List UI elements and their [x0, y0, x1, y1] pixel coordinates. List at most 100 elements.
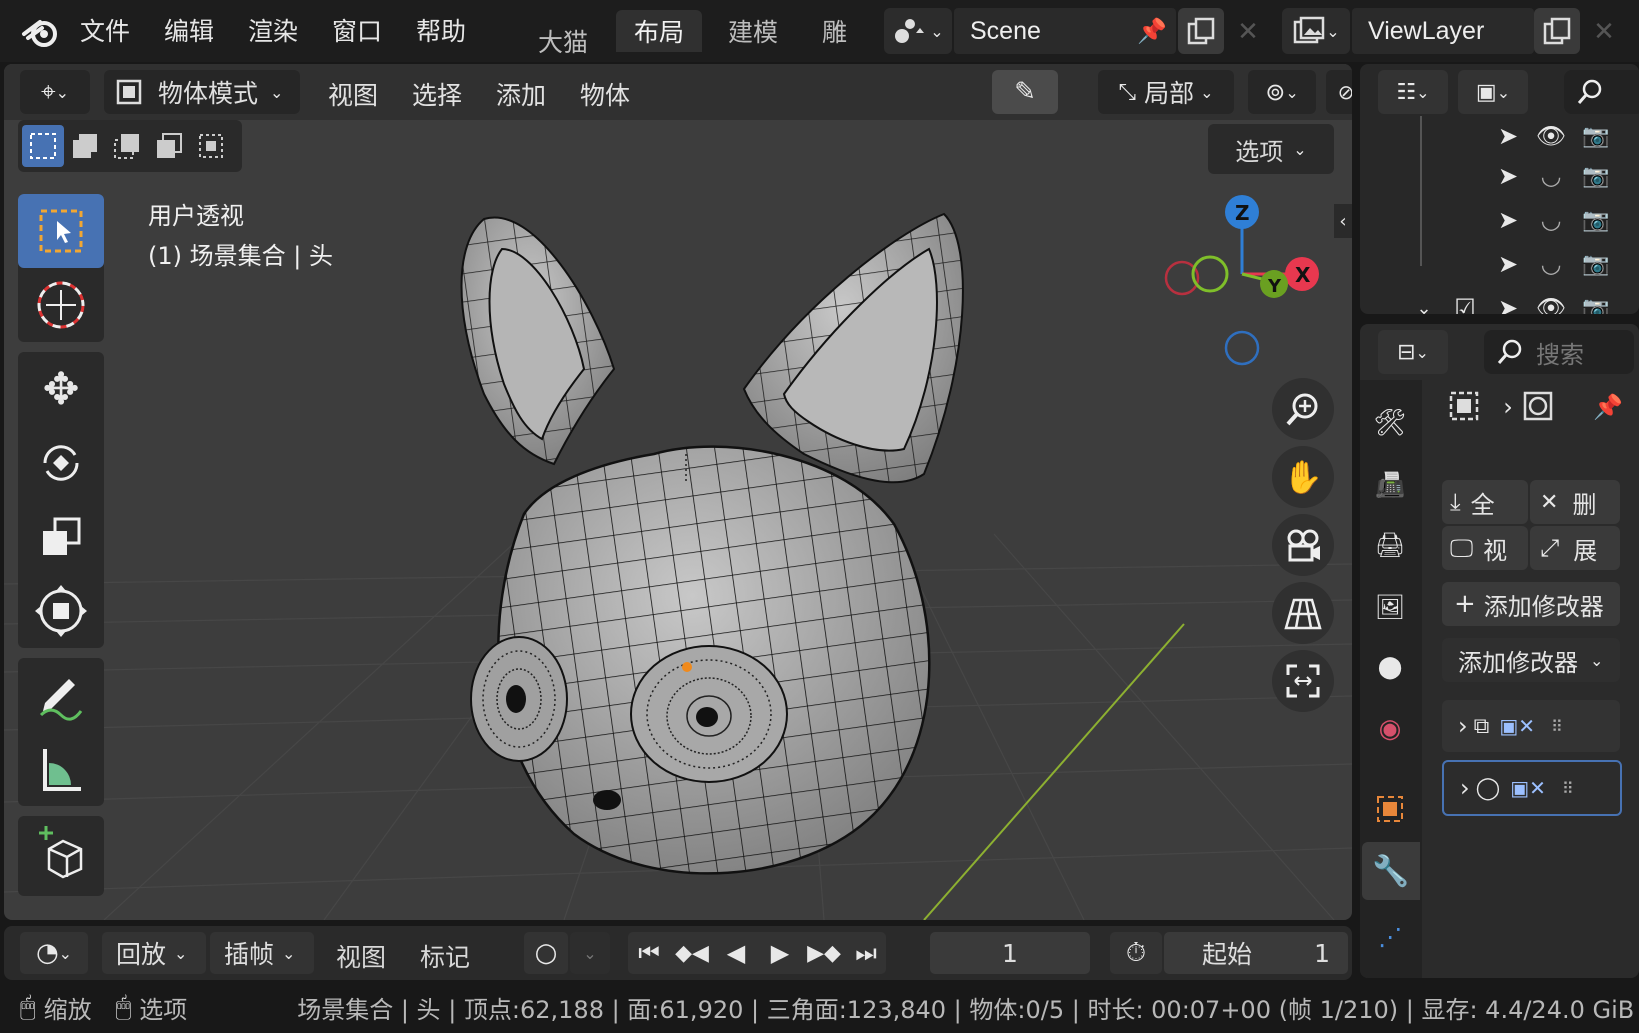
snap-toggle[interactable]: ⊘	[1326, 70, 1352, 114]
outliner-row[interactable]: ➤ ◡ 📷	[1488, 198, 1618, 242]
transform-orientation-dropdown[interactable]: ⤡ 局部 ⌄	[1098, 70, 1234, 114]
tab-workspace-modeling[interactable]: 建模	[710, 10, 796, 52]
eyedropper-button[interactable]: ✎	[992, 70, 1058, 114]
drag-handle-icon[interactable]: ⠿	[1562, 779, 1574, 798]
menu-window[interactable]: 窗口	[332, 12, 382, 48]
pin-icon[interactable]: 📌	[1132, 14, 1172, 48]
object-mode-dropdown[interactable]: 物体模式 ⌄	[104, 70, 300, 114]
keying-dropdown[interactable]: 插帧 ⌄	[210, 932, 314, 974]
modifier-target-icon[interactable]	[1518, 386, 1558, 426]
timeline-editor-type-button[interactable]: ◔ ⌄	[20, 932, 88, 974]
tool-rotate[interactable]	[18, 426, 104, 500]
next-keyframe-icon[interactable]: ▶◆	[802, 941, 846, 966]
collapse-sidebar-icon[interactable]: ‹	[1334, 204, 1352, 238]
camera-render-icon[interactable]: 📷	[1574, 252, 1618, 277]
outliner-search-field[interactable]	[1564, 70, 1639, 114]
tool-measure[interactable]	[18, 732, 104, 806]
current-frame-field[interactable]: 1	[930, 932, 1090, 974]
select-intersect-icon[interactable]	[190, 125, 232, 167]
tab-object[interactable]	[1360, 780, 1420, 838]
selectable-arrow-icon[interactable]: ➤	[1488, 122, 1528, 150]
outliner-row[interactable]: ➤ ◡ 📷	[1488, 154, 1618, 198]
tab-workspace-layout[interactable]: 布局	[616, 10, 703, 52]
new-view-layer-icon[interactable]	[1534, 8, 1580, 54]
view-layer-selector-button[interactable]: ⌄	[1282, 8, 1350, 54]
modifier-panel-active[interactable]: › ◯ ▣✕ ⠿	[1442, 760, 1622, 816]
eye-closed-icon[interactable]: ◡	[1528, 206, 1574, 234]
properties-search-field[interactable]: 搜索	[1484, 330, 1634, 374]
start-frame-field[interactable]: 起始 1	[1164, 932, 1348, 974]
tab-output[interactable]: 🖨	[1360, 516, 1420, 574]
timeline-menu-view[interactable]: 视图	[336, 938, 386, 974]
menu-file[interactable]: 文件	[80, 12, 130, 48]
modifier-panel[interactable]: › ⧉ ▣✕ ⠿	[1442, 700, 1620, 752]
tab-view-layer[interactable]: 🖼	[1360, 578, 1420, 636]
3d-viewport[interactable]: ⌖ ⌄ 物体模式 ⌄ 视图 选择 添加 物体 ✎ ⤡ 局部 ⌄ ⊚ ⌄ ⊘ 选项…	[4, 64, 1352, 920]
tab-workspace-sculpt[interactable]: 雕刻	[804, 10, 870, 52]
checkbox-checked-icon[interactable]: ☑	[1442, 294, 1488, 314]
viewport-menu-add[interactable]: 添加	[496, 76, 546, 112]
scene-selector-button[interactable]: ⌄	[884, 8, 952, 54]
eye-closed-icon[interactable]: ◡	[1528, 162, 1574, 190]
eye-icon[interactable]: 👁	[1528, 122, 1574, 150]
eye-icon[interactable]: 👁	[1528, 294, 1574, 314]
frame-selected-button[interactable]	[1272, 650, 1334, 712]
zoom-button[interactable]	[1272, 378, 1334, 440]
keying-set-dropdown[interactable]: ⌄	[570, 932, 610, 974]
close-scene-icon[interactable]: ✕	[1228, 12, 1268, 52]
selectable-arrow-icon[interactable]: ➤	[1488, 294, 1528, 314]
pivot-point-dropdown[interactable]: ⊚ ⌄	[1248, 70, 1316, 114]
select-invert-icon[interactable]	[148, 125, 190, 167]
select-subtract-icon[interactable]	[106, 125, 148, 167]
auto-keying-toggle[interactable]: ○	[524, 932, 568, 974]
tab-world[interactable]: ◉	[1360, 700, 1420, 758]
viewport-toggle-button[interactable]: 🖵 视	[1442, 526, 1528, 570]
tab-particles[interactable]: ⋰	[1360, 908, 1420, 966]
chevron-down-icon[interactable]: ⌄	[1406, 298, 1442, 315]
navigation-gizmo[interactable]: Z X Y	[1154, 192, 1334, 372]
outliner-row[interactable]: ⌄ ☑ ➤ 👁 📷	[1406, 286, 1618, 314]
outliner-row[interactable]: ➤ ◡ 📷	[1488, 242, 1618, 286]
tool-transform[interactable]	[18, 574, 104, 648]
eye-closed-icon[interactable]: ◡	[1528, 250, 1574, 278]
outliner-row[interactable]: ➤ 👁 📷	[1488, 118, 1618, 154]
tab-render[interactable]: 📠	[1360, 456, 1420, 514]
pan-button[interactable]: ✋	[1272, 446, 1334, 508]
selectable-arrow-icon[interactable]: ➤	[1488, 162, 1528, 190]
tool-move[interactable]: ✥	[18, 352, 104, 426]
delete-all-button[interactable]: ✕ 删	[1530, 480, 1620, 524]
properties-editor-type-button[interactable]: ⊟ ⌄	[1378, 330, 1448, 374]
editor-type-button[interactable]: ⌖ ⌄	[20, 70, 90, 114]
selectable-arrow-icon[interactable]: ➤	[1488, 206, 1528, 234]
timeline-menu-marker[interactable]: 标记	[420, 938, 470, 974]
jump-start-icon[interactable]: ⏮	[628, 939, 670, 967]
add-modifier-dropdown[interactable]: 添加修改器 ⌄	[1442, 638, 1620, 682]
options-dropdown[interactable]: 选项 ⌄	[1208, 124, 1334, 174]
viewport-menu-object[interactable]: 物体	[580, 76, 630, 112]
prev-keyframe-icon[interactable]: ◆◀	[670, 941, 714, 966]
tool-select-box[interactable]	[18, 194, 104, 268]
apply-all-button[interactable]: ⤓ 全	[1442, 480, 1528, 524]
add-modifier-button[interactable]: + 添加修改器	[1442, 582, 1620, 626]
use-preview-range-toggle[interactable]: ⏱	[1110, 932, 1162, 974]
viewport-menu-select[interactable]: 选择	[412, 76, 462, 112]
playback-dropdown[interactable]: 回放 ⌄	[102, 932, 206, 974]
camera-render-icon[interactable]: 📷	[1574, 164, 1618, 189]
tab-scene[interactable]: ⬤	[1360, 638, 1420, 696]
new-scene-icon[interactable]	[1178, 8, 1224, 54]
menu-edit[interactable]: 编辑	[164, 12, 214, 48]
camera-view-button[interactable]	[1272, 514, 1334, 576]
display-mode-button[interactable]: ▣ ⌄	[1458, 70, 1528, 114]
menu-help[interactable]: 帮助	[416, 12, 466, 48]
jump-end-icon[interactable]: ⏭	[846, 939, 886, 967]
pin-icon[interactable]: 📌	[1588, 388, 1628, 426]
viewport-menu-view[interactable]: 视图	[328, 76, 378, 112]
object-data-icon[interactable]	[1444, 386, 1484, 426]
tool-scale[interactable]	[18, 500, 104, 574]
play-icon[interactable]: ▶	[758, 939, 802, 967]
tool-annotate[interactable]	[18, 658, 104, 732]
tab-modifiers[interactable]: 🔧	[1362, 842, 1420, 900]
tab-workspace-damao[interactable]: 大猫	[520, 20, 606, 62]
select-new-icon[interactable]	[22, 125, 64, 167]
close-view-layer-icon[interactable]: ✕	[1584, 12, 1624, 52]
